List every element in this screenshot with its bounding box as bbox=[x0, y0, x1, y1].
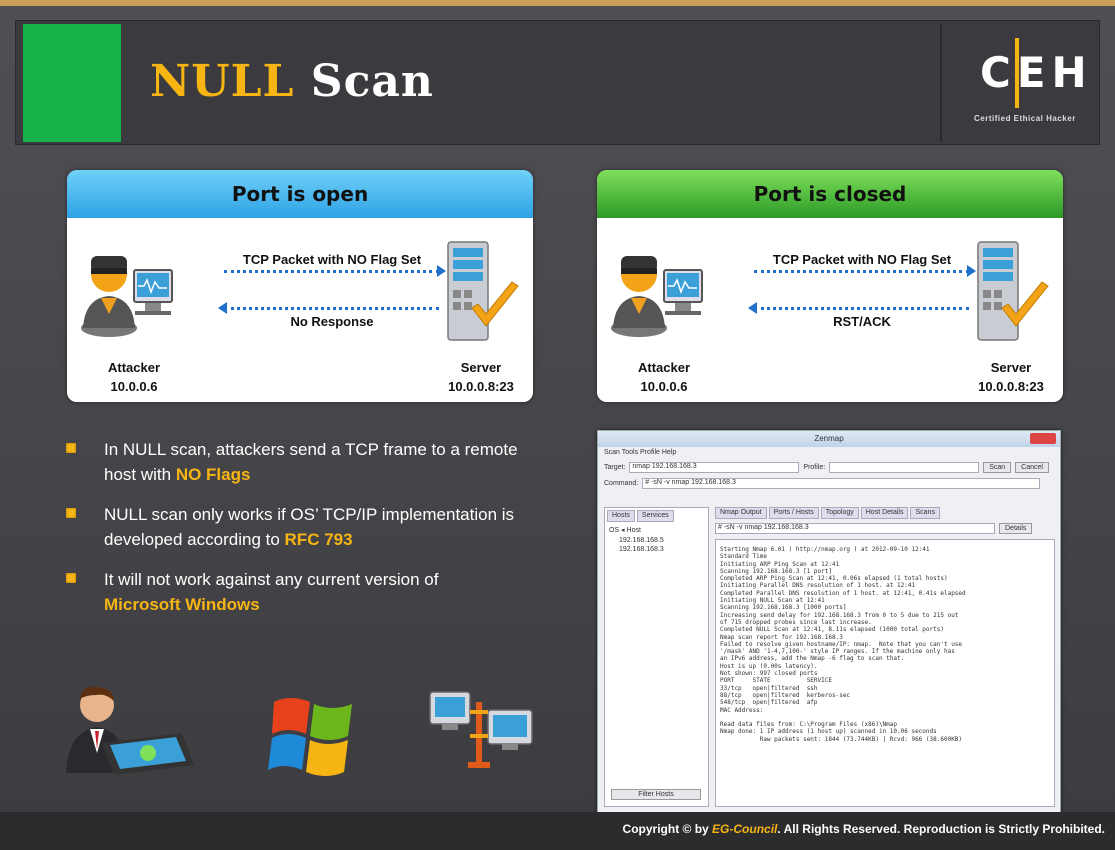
response-arrow-head bbox=[218, 302, 227, 314]
request-arrow-line bbox=[224, 270, 439, 273]
ceh-logo: CEH Certified Ethical Hacker bbox=[960, 30, 1100, 140]
attacker-ip: 10.0.0.6 bbox=[110, 379, 158, 394]
server-icon bbox=[447, 241, 519, 341]
panel-body: TCP Packet with NO Flag Set No Response … bbox=[67, 218, 533, 402]
hosts-pane: Hosts Services OS ◂ Host 192.168.168.5 1… bbox=[604, 507, 709, 807]
title-rest: Scan bbox=[294, 56, 434, 107]
output-pane: Nmap Output Ports / Hosts Topology Host … bbox=[715, 507, 1055, 807]
filter-hosts-button[interactable]: Filter Hosts bbox=[611, 789, 701, 800]
panel-heading: Port is open bbox=[67, 170, 533, 218]
tab-host-details[interactable]: Host Details bbox=[860, 507, 909, 519]
bullet-square-icon bbox=[66, 508, 76, 518]
details-button[interactable]: Details bbox=[999, 523, 1033, 534]
request-arrow-line bbox=[754, 270, 969, 273]
target-input[interactable]: nmap 192.168.168.3 bbox=[629, 461, 800, 473]
output-tabs: Nmap Output Ports / Hosts Topology Host … bbox=[715, 507, 1055, 519]
green-accent-block bbox=[23, 24, 121, 142]
title-highlight: NULL bbox=[150, 56, 295, 107]
panel-heading: Port is closed bbox=[597, 170, 1063, 218]
target-row: Target: nmap 192.168.168.3 Profile: Scan… bbox=[598, 459, 1060, 475]
bullet-item: NULL scan only works if OS’ TCP/IP imple… bbox=[66, 502, 546, 552]
host-item[interactable]: 192.168.168.3 bbox=[605, 545, 708, 554]
header-divider bbox=[940, 24, 942, 142]
response-arrow-label: No Response bbox=[290, 314, 374, 329]
page-title: NULL Scan bbox=[150, 56, 434, 107]
server-label: Server 10.0.0.8:23 bbox=[961, 358, 1061, 396]
server-icon bbox=[977, 241, 1049, 341]
zenmap-titlebar: Zenmap bbox=[598, 431, 1060, 447]
command-input[interactable]: # -sN -v nmap 192.168.168.3 bbox=[642, 477, 1041, 489]
tab-nmap-output[interactable]: Nmap Output bbox=[715, 507, 767, 519]
attacker-label: Attacker 10.0.0.6 bbox=[619, 358, 709, 396]
bullet-square-icon bbox=[66, 443, 76, 453]
logo-bar bbox=[1015, 38, 1019, 108]
brand-name: EG-Council bbox=[712, 822, 778, 836]
cancel-button[interactable]: Cancel bbox=[1015, 461, 1049, 473]
tab-hosts[interactable]: Hosts bbox=[607, 510, 635, 522]
profile-select[interactable] bbox=[829, 461, 980, 473]
server-label: Server 10.0.0.8:23 bbox=[431, 358, 531, 396]
scan-button[interactable]: Scan bbox=[983, 461, 1012, 473]
bullet-item: It will not work against any current ver… bbox=[66, 567, 546, 617]
panel-body: TCP Packet with NO Flag Set RST/ACK Atta… bbox=[597, 218, 1063, 402]
server-ip: 10.0.0.8:23 bbox=[978, 379, 1044, 394]
hosts-header: OS ◂ Host bbox=[609, 527, 641, 534]
tab-ports-hosts[interactable]: Ports / Hosts bbox=[768, 507, 819, 519]
response-arrow-line bbox=[224, 307, 439, 310]
server-ip: 10.0.0.8:23 bbox=[448, 379, 514, 394]
tab-topology[interactable]: Topology bbox=[820, 507, 859, 519]
attacker-ip: 10.0.0.6 bbox=[640, 379, 688, 394]
window-close-icon[interactable] bbox=[1030, 433, 1056, 444]
zenmap-menubar[interactable]: Scan Tools Profile Help bbox=[598, 447, 1060, 459]
attacker-icon bbox=[611, 256, 703, 337]
output-select[interactable]: # -sN -v nmap 192.168.168.3 bbox=[715, 523, 995, 534]
bullet-item: In NULL scan, attackers send a TCP frame… bbox=[66, 437, 546, 487]
command-row: Command: # -sN -v nmap 192.168.168.3 bbox=[598, 475, 1060, 491]
attacker-label: Attacker 10.0.0.6 bbox=[89, 358, 179, 396]
tab-scans[interactable]: Scans bbox=[910, 507, 940, 519]
response-arrow-head bbox=[748, 302, 757, 314]
logo-subtitle: Certified Ethical Hacker bbox=[974, 114, 1076, 123]
request-arrow-label: TCP Packet with NO Flag Set bbox=[242, 252, 422, 267]
zenmap-window: Zenmap Scan Tools Profile Help Target: n… bbox=[597, 430, 1061, 820]
network-computers-icon bbox=[429, 691, 533, 768]
panel-port-closed: Port is closed TCP Packet with NO Flag S… bbox=[597, 170, 1063, 402]
nmap-output-text: Starting Nmap 6.01 ( http://nmap.org ) a… bbox=[715, 539, 1055, 807]
bullet-square-icon bbox=[66, 573, 76, 583]
response-arrow-label: RST/ACK bbox=[833, 314, 891, 329]
request-arrow-label: TCP Packet with NO Flag Set bbox=[772, 252, 952, 267]
bullet-list: In NULL scan, attackers send a TCP frame… bbox=[66, 437, 546, 632]
tab-services[interactable]: Services bbox=[636, 510, 674, 522]
attacker-icon bbox=[81, 256, 173, 337]
user-laptop-icon bbox=[66, 686, 194, 775]
host-item[interactable]: 192.168.168.5 bbox=[605, 536, 708, 545]
logo-letters: CEH bbox=[980, 48, 1093, 97]
panel-port-open: Port is open TCP Packet with NO Flag Set… bbox=[67, 170, 533, 402]
copyright-text: Copyright © by EG-Council. All Rights Re… bbox=[622, 822, 1105, 836]
windows-logo-icon bbox=[268, 698, 352, 776]
response-arrow-line bbox=[754, 307, 969, 310]
